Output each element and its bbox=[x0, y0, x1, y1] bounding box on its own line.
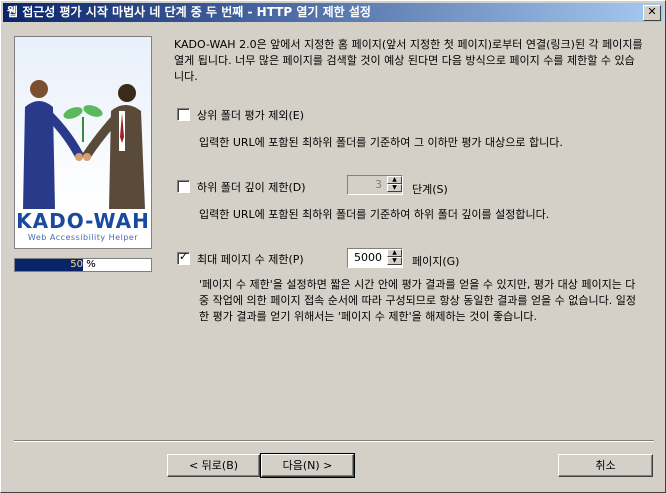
next-button[interactable]: 다음(N) > bbox=[260, 453, 355, 478]
close-icon[interactable]: ✕ bbox=[643, 5, 661, 21]
limit-pages-option[interactable]: 최대 페이지 수 제한(P) bbox=[177, 250, 337, 267]
wizard-window: 웹 접근성 평가 시작 마법사 네 단계 중 두 번째 - HTTP 열기 제한… bbox=[0, 0, 666, 493]
chevron-up-icon[interactable]: ▲ bbox=[387, 176, 402, 184]
chevron-down-icon[interactable]: ▼ bbox=[387, 257, 402, 265]
chevron-down-icon[interactable]: ▼ bbox=[387, 184, 402, 192]
max-pages-stepper-buttons[interactable]: ▲ ▼ bbox=[387, 249, 402, 267]
wizard-banner-image: KADO-WAH Web Accessibility Helper bbox=[14, 36, 152, 249]
window-title: 웹 접근성 평가 시작 마법사 네 단계 중 두 번째 - HTTP 열기 제한… bbox=[7, 5, 371, 19]
depth-unit-label: 단계(S) bbox=[412, 183, 448, 196]
logo-subtitle: Web Accessibility Helper bbox=[27, 233, 139, 242]
intro-description: KADO-WAH 2.0은 앞에서 지정한 홈 페이지(앞서 지정한 첫 페이지… bbox=[174, 38, 643, 83]
max-pages-stepper[interactable]: 5000 ▲ ▼ bbox=[347, 248, 403, 268]
back-button[interactable]: < 뒤로(B) bbox=[167, 454, 260, 477]
exclude-parent-option[interactable]: 상위 폴더 평가 제외(E) bbox=[177, 107, 477, 123]
title-bar: 웹 접근성 평가 시작 마법사 네 단계 중 두 번째 - HTTP 열기 제한… bbox=[3, 3, 663, 22]
depth-stepper-buttons[interactable]: ▲ ▼ bbox=[387, 176, 402, 194]
limit-depth-help: 입력한 URL에 포함된 최하위 폴더를 기준하여 하위 폴더 깊이를 설정합니… bbox=[199, 208, 550, 221]
exclude-parent-checkbox[interactable] bbox=[177, 108, 190, 121]
max-pages-unit-label: 페이지(G) bbox=[412, 255, 460, 268]
limit-depth-checkbox[interactable] bbox=[177, 180, 190, 193]
limit-depth-option[interactable]: 하위 폴더 깊이 제한(D) bbox=[177, 179, 337, 195]
chevron-up-icon[interactable]: ▲ bbox=[387, 249, 402, 257]
cancel-button[interactable]: 취소 bbox=[558, 454, 653, 477]
handshake-illustration bbox=[15, 37, 151, 209]
progress-bar: 50 % bbox=[14, 258, 152, 272]
button-separator bbox=[14, 440, 654, 442]
limit-pages-checkbox[interactable] bbox=[177, 250, 190, 265]
limit-pages-help: '페이지 수 제한'을 설정하면 짧은 시간 안에 평가 결과를 얻을 수 있지… bbox=[199, 278, 637, 323]
max-pages-value[interactable]: 5000 bbox=[348, 249, 384, 267]
limit-depth-label[interactable]: 하위 폴더 깊이 제한(D) bbox=[197, 179, 306, 195]
depth-stepper[interactable]: 3 ▲ ▼ bbox=[347, 175, 403, 195]
progress-label: 50 % bbox=[70, 259, 96, 270]
limit-pages-label[interactable]: 최대 페이지 수 제한(P) bbox=[197, 251, 304, 267]
exclude-parent-help: 입력한 URL에 포함된 최하위 폴더를 기준하여 그 이하만 평가 대상으로 … bbox=[199, 136, 563, 149]
kado-wah-logo: KADO-WAH bbox=[16, 209, 150, 233]
depth-value[interactable]: 3 bbox=[348, 176, 384, 194]
exclude-parent-label[interactable]: 상위 폴더 평가 제외(E) bbox=[197, 107, 304, 123]
